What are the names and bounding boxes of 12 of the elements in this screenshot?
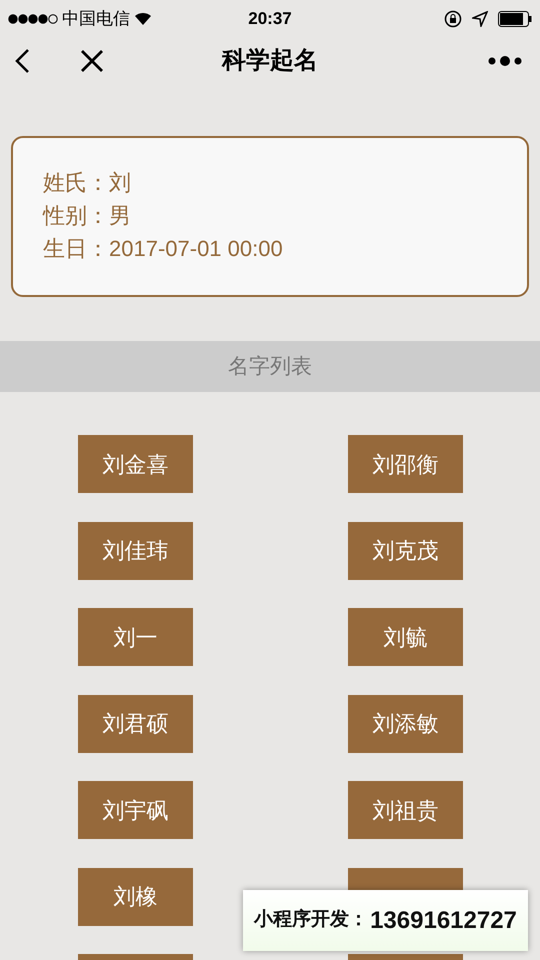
info-value: 刘: [109, 169, 131, 197]
info-label: 生日：: [43, 235, 109, 263]
info-value: 男: [109, 202, 131, 230]
section-title: 名字列表: [228, 354, 312, 380]
page-title: 科学起名: [222, 46, 318, 76]
carrier-text: 中国电信: [62, 8, 130, 30]
time-text: 20:37: [248, 8, 292, 30]
info-label: 性别：: [43, 202, 109, 230]
info-label: 姓氏：: [43, 169, 109, 197]
banner-label: 小程序开发：: [254, 908, 368, 932]
banner-phone: 13691612727: [370, 906, 517, 936]
info-value: 2017-07-01 00:00: [109, 235, 283, 263]
